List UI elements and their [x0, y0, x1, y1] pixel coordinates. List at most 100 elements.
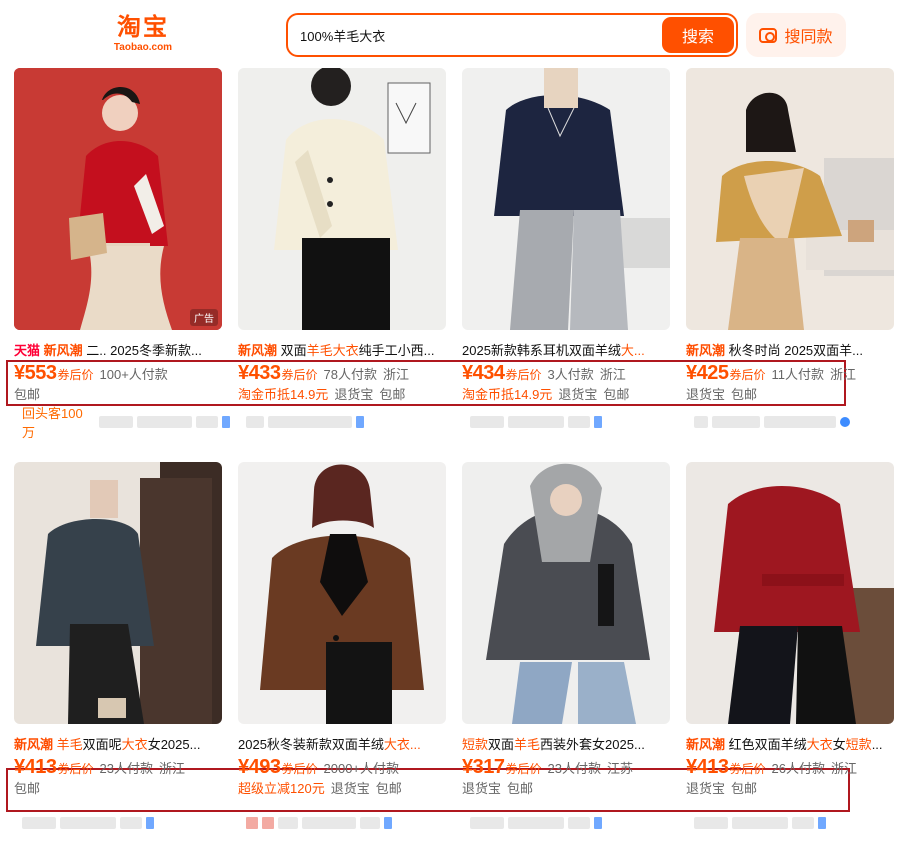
product-card-1[interactable]: 广告 天猫 新风潮 二.. 2025冬季新款... ¥553券后价 100+人付款 包邮… — [14, 68, 230, 440]
benefit-tag: 退货宝 — [558, 387, 598, 402]
benefit-tag: 退货宝 — [334, 387, 374, 402]
shop-info-obscured — [694, 416, 708, 428]
benefit-row: 淘金币抵14.9元 退货宝 包邮 — [238, 386, 446, 404]
shop-info-obscured — [792, 817, 814, 829]
shop-link-icon[interactable] — [356, 416, 364, 428]
shop-info-obscured — [246, 817, 258, 829]
product-card-7[interactable]: 短款双面羊毛西装外套女2025... ¥317券后价 23人付款 江苏 退货宝 包邮 — [462, 462, 670, 842]
product-card-6[interactable]: 2025秋冬装新款双面羊绒大衣... ¥493券后价 2000+人付款 超级立减120… — [238, 462, 446, 842]
benefit-tag: 包邮 — [731, 781, 758, 796]
price-note: 券后价 — [729, 368, 766, 382]
shop-info-obscured — [120, 817, 142, 829]
taobao-logo[interactable]: 淘宝 Taobao.com — [108, 14, 178, 54]
same-style-label: 搜同款 — [784, 29, 833, 46]
price: ¥493 — [238, 756, 281, 778]
product-title[interactable]: 短款双面羊毛西装外套女2025... — [462, 736, 670, 754]
product-title[interactable]: 天猫 新风潮 二.. 2025冬季新款... — [14, 342, 222, 360]
shop-info-obscured — [278, 817, 298, 829]
shop-info-obscured — [268, 416, 352, 428]
price-row: ¥425券后价 11人付款 浙江 — [686, 362, 904, 384]
shop-link-icon[interactable] — [840, 417, 850, 427]
shop-row[interactable] — [246, 814, 454, 832]
price: ¥413 — [14, 756, 57, 778]
location: 浙江 — [830, 367, 857, 382]
benefit-row: 淘金币抵14.9元 退货宝 包邮 — [462, 386, 670, 404]
product-title[interactable]: 新风潮 秋冬时尚 2025双面羊... — [686, 342, 894, 360]
product-image[interactable] — [238, 68, 446, 330]
price-row: ¥553券后价 100+人付款 — [14, 362, 234, 384]
shop-info-obscured — [568, 817, 590, 829]
shop-row[interactable] — [22, 814, 230, 832]
product-image[interactable] — [686, 462, 894, 724]
product-card-3[interactable]: 2025新款韩系耳机双面羊绒大... ¥434券后价 3人付款 浙江 淘金币抵14.9元… — [462, 68, 670, 438]
benefit-tag: 包邮 — [14, 387, 41, 402]
product-card-4[interactable]: 新风潮 秋冬时尚 2025双面羊... ¥425券后价 11人付款 浙江退货宝 包邮 — [686, 68, 894, 438]
benefit-tag: 超级立减120元 — [238, 781, 325, 796]
product-title[interactable]: 2025秋冬装新款双面羊绒大衣... — [238, 736, 446, 754]
product-title[interactable]: 新风潮 羊毛双面呢大衣女2025... — [14, 736, 222, 754]
search-input[interactable] — [300, 24, 640, 46]
product-title[interactable]: 新风潮 红色双面羊绒大衣女短款... — [686, 736, 894, 754]
sales-count: 78人付款 — [323, 367, 377, 382]
location: 浙江 — [382, 367, 409, 382]
shop-info-obscured — [360, 817, 380, 829]
product-card-8[interactable]: 新风潮 红色双面羊绒大衣女短款... ¥413券后价 26人付款 浙江退货宝 包邮 — [686, 462, 894, 842]
shop-link-icon[interactable] — [384, 817, 392, 829]
shop-row[interactable]: 回头客100万 — [22, 406, 230, 440]
shop-link-icon[interactable] — [818, 817, 826, 829]
shop-row[interactable] — [246, 413, 454, 431]
price-note: 券后价 — [281, 762, 318, 776]
benefit-tag: 包邮 — [731, 387, 758, 402]
location: 浙江 — [830, 761, 857, 776]
benefit-row: 退货宝 包邮 — [686, 780, 894, 798]
logo-english: Taobao.com — [113, 42, 173, 53]
product-image[interactable] — [462, 68, 670, 330]
search-button[interactable]: 搜索 — [662, 17, 734, 53]
location: 浙江 — [599, 367, 626, 382]
sales-count: 26人付款 — [771, 761, 825, 776]
price: ¥413 — [686, 756, 729, 778]
price: ¥317 — [462, 756, 505, 778]
shop-info-obscured — [764, 416, 836, 428]
benefit-tag: 退货宝 — [462, 781, 502, 796]
price-row: ¥317券后价 23人付款 江苏 — [462, 756, 682, 778]
price-row: ¥413券后价 26人付款 浙江 — [686, 756, 904, 778]
product-image[interactable] — [14, 462, 222, 724]
product-title[interactable]: 2025新款韩系耳机双面羊绒大... — [462, 342, 670, 360]
shop-info-obscured — [470, 416, 504, 428]
price: ¥425 — [686, 362, 729, 384]
shop-link-icon[interactable] — [222, 416, 230, 428]
product-image[interactable]: 广告 — [14, 68, 222, 330]
product-card-2[interactable]: 新风潮 双面羊毛大衣纯手工小西... ¥433券后价 78人付款 浙江 淘金币抵14.9… — [238, 68, 446, 438]
same-style-search-button[interactable]: 搜同款 — [746, 13, 846, 57]
price-note: 券后价 — [281, 368, 318, 382]
shop-row[interactable] — [694, 814, 902, 832]
product-image[interactable] — [238, 462, 446, 724]
benefit-tag: 淘金币抵14.9元 — [462, 387, 553, 402]
sales-count: 23人付款 — [99, 761, 153, 776]
shop-info-obscured — [60, 817, 116, 829]
shop-info-obscured — [99, 416, 133, 428]
shop-link-icon[interactable] — [594, 817, 602, 829]
shop-row[interactable] — [470, 413, 678, 431]
product-card-5[interactable]: 新风潮 羊毛双面呢大衣女2025... ¥413券后价 23人付款 浙江 包邮 — [14, 462, 222, 842]
shop-info-obscured — [694, 817, 728, 829]
shop-row[interactable] — [694, 413, 902, 431]
price-note: 券后价 — [729, 762, 766, 776]
benefit-row: 退货宝 包邮 — [686, 386, 894, 404]
product-title[interactable]: 新风潮 双面羊毛大衣纯手工小西... — [238, 342, 446, 360]
sales-count: 3人付款 — [547, 367, 594, 382]
benefit-row: 超级立减120元 退货宝 包邮 — [238, 780, 446, 798]
shop-link-icon[interactable] — [594, 416, 602, 428]
price-row: ¥493券后价 2000+人付款 — [238, 756, 458, 778]
shop-row[interactable] — [470, 814, 678, 832]
benefit-row: 退货宝 包邮 — [462, 780, 670, 798]
sales-count: 11人付款 — [771, 367, 825, 382]
product-image[interactable] — [462, 462, 670, 724]
benefit-row: 包邮 — [14, 386, 222, 404]
benefit-tag: 淘金币抵14.9元 — [238, 387, 329, 402]
product-image[interactable] — [686, 68, 894, 330]
ad-badge: 广告 — [190, 309, 218, 326]
shop-link-icon[interactable] — [146, 817, 154, 829]
location: 浙江 — [158, 761, 185, 776]
